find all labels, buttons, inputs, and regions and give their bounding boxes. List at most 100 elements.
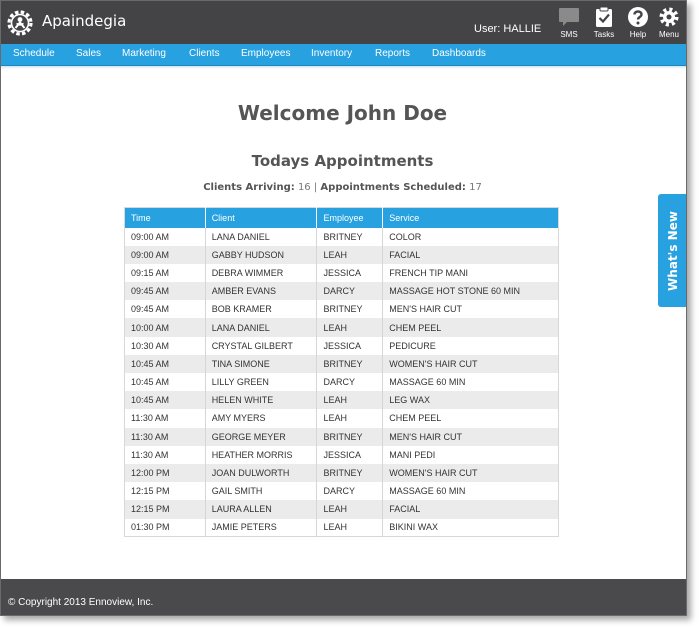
cell-service: WOMEN'S HAIR CUT bbox=[382, 354, 559, 373]
cell-service: CHEM PEEL bbox=[382, 409, 559, 428]
nav-item-clients[interactable]: Clients bbox=[189, 48, 220, 59]
table-row[interactable]: 09:45 AM AMBER EVANS DARCY MASSAGE HOT STON… bbox=[124, 282, 559, 301]
nav-item-inventory[interactable]: Inventory bbox=[311, 48, 352, 59]
cell-employee: JESSICA bbox=[316, 263, 384, 283]
cell-employee: BRITNEY bbox=[316, 427, 384, 446]
cell-service: MASSAGE 60 MIN bbox=[382, 373, 559, 392]
cell-time: 09:45 AM bbox=[124, 300, 206, 319]
help-button[interactable]: Help bbox=[621, 6, 655, 40]
cell-employee: LEAH bbox=[316, 245, 384, 264]
app-title: Apaindegia bbox=[42, 12, 127, 30]
table-row[interactable]: 01:30 PM JAMIE PETERS LEAH BIKINI WAX bbox=[124, 518, 559, 537]
clients-arriving-value: 16 bbox=[297, 182, 311, 193]
cell-client: JOAN DULWORTH bbox=[205, 463, 318, 483]
table-row[interactable]: 09:00 AM GABBY HUDSON LEAH FACIAL bbox=[124, 245, 559, 264]
top-header: Apaindegia User: HALLIE SMS Tasks Help M… bbox=[1, 1, 686, 44]
chat-bubble-icon bbox=[559, 8, 579, 26]
table-row[interactable]: 11:30 AM GEORGE MEYER BRITNEY MEN'S HAIR CU… bbox=[124, 427, 559, 446]
nav-item-dashboards[interactable]: Dashboards bbox=[432, 48, 486, 59]
cell-service: FRENCH TIP MANI bbox=[382, 263, 559, 283]
table-row[interactable]: 12:15 PM GAIL SMITH DARCY MASSAGE 60 MIN bbox=[124, 482, 559, 501]
table-row[interactable]: 10:45 AM HELEN WHITE LEAH LEG WAX bbox=[124, 391, 559, 410]
cell-time: 10:30 AM bbox=[124, 336, 206, 355]
appointments-table-body: 09:00 AM LANA DANIEL BRITNEY COLOR 09:00 AM G… bbox=[124, 227, 559, 537]
table-row[interactable]: 12:15 PM LAURA ALLEN LEAH FACIAL bbox=[124, 500, 559, 519]
table-row[interactable]: 11:30 AM AMY MYERS LEAH CHEM PEEL bbox=[124, 409, 559, 428]
menu-label: Menu bbox=[658, 30, 679, 39]
cell-time: 09:00 AM bbox=[124, 245, 206, 264]
appointments-scheduled-value: 17 bbox=[469, 182, 482, 193]
cell-employee: JESSICA bbox=[316, 336, 384, 355]
cell-employee: BRITNEY bbox=[316, 227, 384, 246]
column-header-time[interactable]: Time bbox=[124, 207, 206, 228]
nav-item-reports[interactable]: Reports bbox=[375, 48, 410, 59]
menu-button[interactable]: Menu bbox=[652, 6, 686, 40]
column-header-service[interactable]: Service bbox=[382, 207, 559, 228]
sms-label: SMS bbox=[560, 30, 578, 39]
whats-new-tab[interactable]: What's New bbox=[658, 194, 686, 307]
cell-employee: JESSICA bbox=[316, 445, 384, 464]
cell-employee: LEAH bbox=[316, 500, 384, 519]
cell-client: LAURA ALLEN bbox=[205, 500, 318, 519]
cell-time: 10:45 AM bbox=[124, 373, 206, 392]
cell-client: DEBRA WIMMER bbox=[205, 263, 318, 283]
table-row[interactable]: 10:00 AM LANA DANIEL LEAH CHEM PEEL bbox=[124, 318, 559, 337]
cell-service: COLOR bbox=[382, 227, 559, 246]
nav-item-schedule[interactable]: Schedule bbox=[13, 48, 55, 59]
cell-time: 11:30 AM bbox=[124, 409, 206, 428]
cell-service: MEN'S HAIR CUT bbox=[382, 427, 559, 446]
table-row[interactable]: 12:00 PM JOAN DULWORTH BRITNEY WOMEN'S HAIR… bbox=[124, 463, 559, 483]
cell-client: GAIL SMITH bbox=[205, 482, 318, 501]
cell-employee: BRITNEY bbox=[316, 463, 384, 483]
logo-gear-person-icon bbox=[7, 10, 33, 36]
app-window: Apaindegia User: HALLIE SMS Tasks Help M… bbox=[0, 0, 687, 616]
cell-service: MASSAGE HOT STONE 60 MIN bbox=[382, 282, 559, 301]
whats-new-label: What's New bbox=[666, 210, 680, 291]
nav-item-employees[interactable]: Employees bbox=[241, 48, 290, 59]
cell-client: TINA SIMONE bbox=[205, 354, 318, 373]
column-header-employee[interactable]: Employee bbox=[316, 207, 384, 228]
cell-service: CHEM PEEL bbox=[382, 318, 559, 337]
cell-time: 09:15 AM bbox=[124, 263, 206, 283]
cell-employee: BRITNEY bbox=[316, 354, 384, 373]
cell-client: GEORGE MEYER bbox=[205, 427, 318, 446]
cell-client: AMY MYERS bbox=[205, 409, 318, 428]
cell-time: 11:30 AM bbox=[124, 445, 206, 464]
appointments-summary: Clients Arriving: 16 | Appointments Sche… bbox=[1, 182, 684, 193]
cell-time: 10:45 AM bbox=[124, 391, 206, 410]
cell-employee: DARCY bbox=[316, 482, 384, 501]
cell-service: MANI PEDI bbox=[382, 445, 559, 464]
cell-service: LEG WAX bbox=[382, 391, 559, 410]
table-row[interactable]: 11:30 AM HEATHER MORRIS JESSICA MANI PEDI bbox=[124, 445, 559, 464]
cell-client: HELEN WHITE bbox=[205, 391, 318, 410]
help-label: Help bbox=[629, 30, 647, 39]
appointments-table: Time Client Employee Service 09:00 AM LAN… bbox=[124, 207, 559, 538]
table-row[interactable]: 09:00 AM LANA DANIEL BRITNEY COLOR bbox=[124, 227, 559, 246]
cell-client: AMBER EVANS bbox=[205, 282, 318, 301]
cell-employee: BRITNEY bbox=[316, 300, 384, 319]
cell-client: LANA DANIEL bbox=[205, 318, 318, 337]
gear-icon bbox=[659, 7, 679, 27]
cell-time: 12:00 PM bbox=[124, 463, 206, 483]
cell-service: FACIAL bbox=[382, 500, 559, 519]
cell-employee: LEAH bbox=[316, 318, 384, 337]
copyright-text: © Copyright 2013 Ennoview, Inc. bbox=[8, 597, 154, 608]
nav-item-sales[interactable]: Sales bbox=[76, 48, 101, 59]
cell-client: GABBY HUDSON bbox=[205, 245, 318, 264]
column-header-client[interactable]: Client bbox=[205, 207, 318, 228]
table-row[interactable]: 09:45 AM BOB KRAMER BRITNEY MEN'S HAIR CUT bbox=[124, 300, 559, 319]
nav-shadow bbox=[1, 66, 686, 69]
cell-client: HEATHER MORRIS bbox=[205, 445, 318, 464]
table-row[interactable]: 10:30 AM CRYSTAL GILBERT JESSICA PEDICURE bbox=[124, 336, 559, 355]
tasks-button[interactable]: Tasks bbox=[587, 6, 621, 40]
sms-button[interactable]: SMS bbox=[552, 6, 586, 40]
table-row[interactable]: 10:45 AM LILLY GREEN DARCY MASSAGE 60 MIN bbox=[124, 373, 559, 392]
table-row[interactable]: 10:45 AM TINA SIMONE BRITNEY WOMEN'S HAIR C… bbox=[124, 354, 559, 373]
cell-time: 01:30 PM bbox=[124, 518, 206, 537]
appointments-scheduled-label: Appointments Scheduled: bbox=[320, 182, 466, 193]
nav-item-marketing[interactable]: Marketing bbox=[122, 48, 166, 59]
table-row[interactable]: 09:15 AM DEBRA WIMMER JESSICA FRENCH TIP MA… bbox=[124, 263, 559, 283]
cell-employee: LEAH bbox=[316, 518, 384, 537]
cell-employee: LEAH bbox=[316, 391, 384, 410]
cell-time: 11:30 AM bbox=[124, 427, 206, 446]
